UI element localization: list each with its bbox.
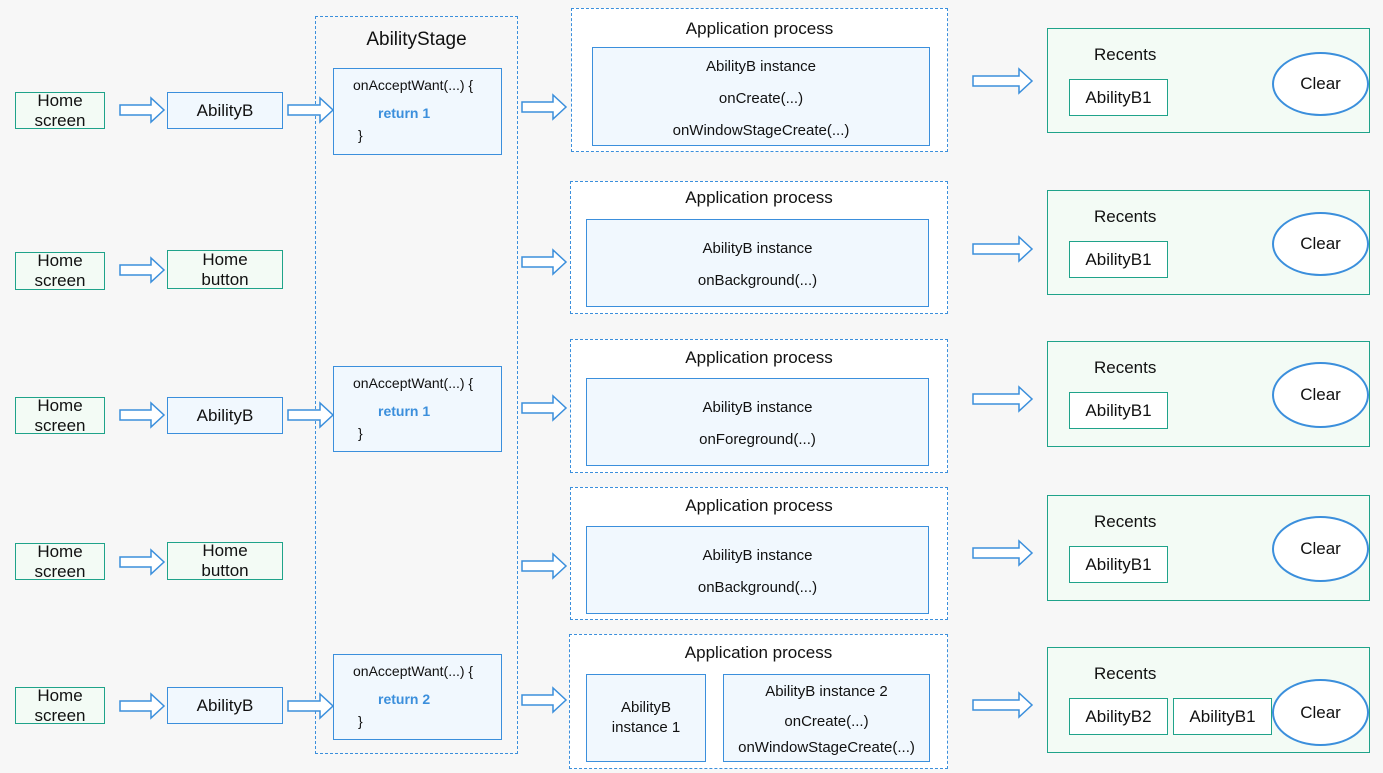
home-screen-box: Home screen [15,251,105,290]
lifecycle-callback: onBackground(...) [697,272,818,289]
home-screen-box: Home screen [15,542,105,581]
recent-task-card[interactable]: AbilityB1 [1069,392,1168,429]
clear-button[interactable]: Clear [1272,52,1369,116]
process-title: Application process [684,643,833,662]
arrow-right-icon [972,235,1034,263]
code-line: } [358,425,363,441]
lifecycle-callback: onWindowStageCreate(...) [738,739,915,756]
instance-label: AbilityB instance [702,399,813,416]
instance-label: AbilityB instance 1 [611,699,681,736]
arrow-right-icon [119,96,166,124]
ability-stage-title: AbilityStage [366,29,467,50]
instance-label: AbilityB instance 2 [765,683,888,700]
recent-task-card[interactable]: AbilityB1 [1069,79,1168,116]
ability-b-box: AbilityB [167,397,283,434]
recents-title: Recents [1094,358,1157,377]
return-value: return 1 [378,105,431,121]
code-line: onAcceptWant(...) { [353,375,474,391]
home-button-box: Home button [167,250,283,289]
ability-instance-1: AbilityB instance 1 [586,674,706,762]
lifecycle-callback: onCreate(...) [718,90,804,107]
arrow-right-icon [287,401,335,429]
arrow-right-icon [521,552,568,580]
home-screen-box: Home screen [15,91,105,130]
arrow-right-icon [972,691,1034,719]
arrow-right-icon [287,96,335,124]
ability-instance: AbilityB instance onBackground(...) [586,219,929,307]
arrow-right-icon [119,692,166,720]
clear-button[interactable]: Clear [1272,679,1369,746]
return-value: return 1 [378,403,431,419]
arrow-right-icon [521,248,568,276]
recents-title: Recents [1094,664,1157,683]
code-line: } [358,127,363,143]
home-screen-box: Home screen [15,396,105,435]
arrow-right-icon [972,385,1034,413]
on-accept-want-box: onAcceptWant(...) { return 2} [333,654,502,740]
arrow-right-icon [119,548,166,576]
recent-task-card[interactable]: AbilityB1 [1069,546,1168,583]
lifecycle-callback: onBackground(...) [697,579,818,596]
home-button-box: Home button [167,541,283,580]
arrow-right-icon [521,686,568,714]
on-accept-want-box: onAcceptWant(...) { return 1} [333,366,502,452]
process-title: Application process [685,188,833,207]
instance-label: AbilityB instance [705,58,817,75]
arrow-right-icon [119,256,166,284]
code-line: } [358,713,363,729]
process-title: Application process [685,348,833,367]
ability-b-box: AbilityB [167,92,283,129]
instance-label: AbilityB instance [702,240,813,257]
ability-b-box: AbilityB [167,687,283,724]
ability-instance: AbilityB instance onBackground(...) [586,526,929,614]
lifecycle-callback: onForeground(...) [699,431,816,448]
ability-instance: AbilityB instance onCreate(...) onWindowSt… [592,47,930,146]
recents-title: Recents [1094,45,1157,64]
home-screen-box: Home screen [15,686,105,725]
arrow-right-icon [119,401,166,429]
process-title: Application process [685,496,833,515]
arrow-right-icon [521,394,568,422]
lifecycle-callback: onCreate(...) [784,713,869,730]
ability-instance: AbilityB instance 2 onCreate(...) onWindow… [723,674,930,762]
clear-button[interactable]: Clear [1272,212,1369,276]
arrow-right-icon [287,692,335,720]
clear-button[interactable]: Clear [1272,362,1369,428]
recent-task-card[interactable]: AbilityB1 [1069,241,1168,278]
clear-button[interactable]: Clear [1272,516,1369,582]
recents-title: Recents [1094,512,1157,531]
ability-instance: AbilityB instance onForeground(...) [586,378,929,466]
instance-label: AbilityB instance [702,547,813,564]
recent-task-card[interactable]: AbilityB1 [1173,698,1272,735]
process-title: Application process [685,19,834,38]
code-line: onAcceptWant(...) { [353,77,474,93]
recents-title: Recents [1094,207,1157,226]
lifecycle-callback: onWindowStageCreate(...) [672,122,850,139]
arrow-right-icon [972,539,1034,567]
arrow-right-icon [972,67,1034,95]
return-value: return 2 [378,691,431,707]
code-line: onAcceptWant(...) { [353,663,474,679]
arrow-right-icon [521,93,568,121]
on-accept-want-box: onAcceptWant(...) { return 1} [333,68,502,155]
recent-task-card[interactable]: AbilityB2 [1069,698,1168,735]
